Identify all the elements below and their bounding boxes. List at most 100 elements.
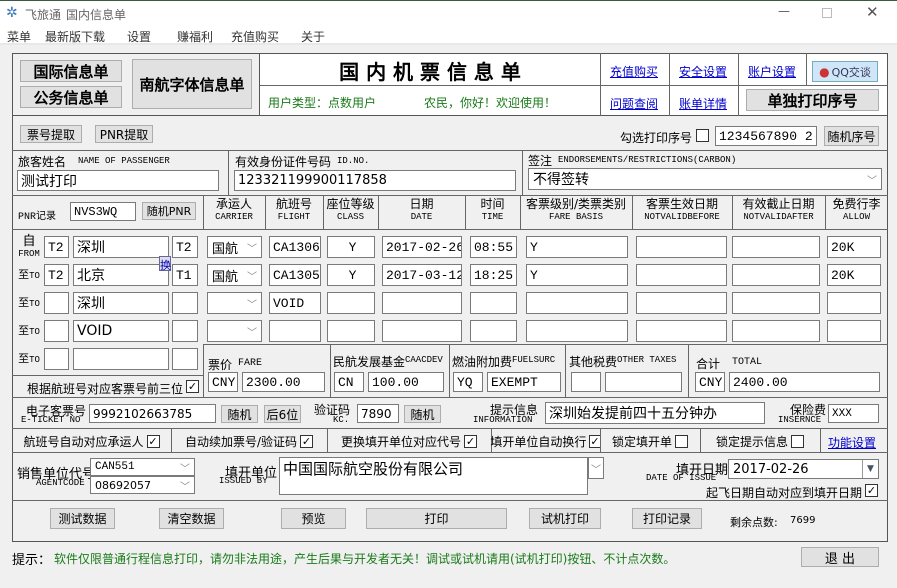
insurance-input[interactable]: XXX xyxy=(828,404,879,423)
test-data-button[interactable]: 测试数据 xyxy=(50,508,115,529)
allow-input[interactable] xyxy=(827,292,881,314)
fare-input[interactable]: 2300.00 xyxy=(242,372,325,392)
preview-button[interactable]: 预览 xyxy=(281,508,346,529)
option-item[interactable]: 填开单位自动换行 ✓ xyxy=(490,433,601,450)
time-input[interactable] xyxy=(470,292,517,314)
trial-print-button[interactable]: 试机打印 xyxy=(529,508,601,529)
option-checkbox[interactable]: ✓ xyxy=(589,435,601,448)
allow-input[interactable]: 20K xyxy=(827,264,881,286)
close-button[interactable]: ✕ xyxy=(866,3,879,21)
auto-date-checkbox[interactable]: ✓ xyxy=(865,484,878,497)
issued-dropdown-button[interactable]: ﹀ xyxy=(588,457,604,479)
random-pnr-button[interactable]: 随机PNR xyxy=(142,202,196,220)
t2-input[interactable] xyxy=(172,292,198,314)
print-log-button[interactable]: 打印记录 xyxy=(632,508,702,529)
fuel-input[interactable]: EXEMPT xyxy=(487,372,561,392)
class-input[interactable] xyxy=(327,320,375,342)
nva-input[interactable] xyxy=(732,292,820,314)
endorse-select[interactable]: 不得签转 ﹀ xyxy=(528,168,882,190)
time-input[interactable]: 08:55 xyxy=(470,236,517,258)
option-item[interactable]: 自动续加票号/验证码 ✓ xyxy=(171,433,327,450)
option-item[interactable]: 更换填开单位对应代号 ✓ xyxy=(327,433,491,450)
carrier-select[interactable]: 国航 ﹀ xyxy=(207,264,262,286)
fare-currency-input[interactable]: CNY xyxy=(208,372,238,392)
class-input[interactable] xyxy=(327,292,375,314)
carrier-select[interactable]: 国航 ﹀ xyxy=(207,236,262,258)
last6-button[interactable]: 后6位 xyxy=(264,405,301,423)
option-checkbox[interactable]: ✓ xyxy=(146,435,160,448)
time-input[interactable] xyxy=(470,320,517,342)
function-settings-link[interactable]: 功能设置 xyxy=(828,434,876,451)
option-item[interactable]: 锁定提示信息 xyxy=(700,433,820,450)
allow-input[interactable] xyxy=(827,320,881,342)
menu-about[interactable]: 关于 xyxy=(301,28,325,45)
option-item[interactable]: 锁定填开单 xyxy=(600,433,700,450)
ticket-fetch-button[interactable]: 票号提取 xyxy=(20,125,82,143)
city-input[interactable]: 深圳 xyxy=(73,292,169,314)
menu-download[interactable]: 最新版下载 xyxy=(45,28,105,45)
swap-city-button[interactable]: 换 xyxy=(159,256,171,272)
fare-input[interactable]: Y xyxy=(526,236,628,258)
carrier-select[interactable]: ﹀ xyxy=(207,292,262,314)
fuel-currency-input[interactable]: YQ xyxy=(453,372,483,392)
menu-settings[interactable]: 设置 xyxy=(127,28,151,45)
maximize-button[interactable] xyxy=(822,8,832,18)
faq-link[interactable]: 问题查阅 xyxy=(610,95,658,112)
caac-input[interactable]: 100.00 xyxy=(368,372,444,392)
carrier-select[interactable]: ﹀ xyxy=(207,320,262,342)
caac-currency-input[interactable]: CN xyxy=(334,372,364,392)
class-input[interactable]: Y xyxy=(327,236,375,258)
option-item[interactable]: 航班号自动对应承运人 ✓ xyxy=(12,433,171,450)
other-currency-input[interactable] xyxy=(571,372,601,392)
pnr-input[interactable]: NVS3WQ xyxy=(70,202,136,221)
nvb-input[interactable] xyxy=(636,264,727,286)
id-number-input[interactable]: 123321199900117858 xyxy=(234,170,516,191)
t1-input[interactable]: T2 xyxy=(44,236,69,258)
pnr-fetch-button[interactable]: PNR提取 xyxy=(95,125,153,143)
date-input[interactable] xyxy=(382,292,462,314)
agent-code-select-2[interactable]: 08692057 ﹀ xyxy=(90,476,195,494)
eticket-input[interactable]: 9992102663785 xyxy=(89,404,216,423)
t1-input[interactable] xyxy=(44,348,69,370)
billing-link[interactable]: 账单详情 xyxy=(679,95,727,112)
recharge-link[interactable]: 充值购买 xyxy=(610,63,658,80)
check-seq-checkbox[interactable] xyxy=(696,129,709,142)
vc-random-button[interactable]: 随机 xyxy=(404,405,441,423)
issued-by-input[interactable]: 中国国际航空股份有限公司 xyxy=(279,457,588,495)
print-button[interactable]: 打印 xyxy=(366,508,507,529)
official-form-button[interactable]: 公务信息单 xyxy=(20,86,122,108)
prefix-checkbox[interactable]: ✓ xyxy=(186,380,199,393)
random-seq-button[interactable]: 随机序号 xyxy=(824,126,879,146)
allow-input[interactable]: 20K xyxy=(827,236,881,258)
nvb-input[interactable] xyxy=(636,320,727,342)
vc-input[interactable]: 7890 xyxy=(357,404,399,423)
city-input[interactable] xyxy=(73,348,169,370)
agent-code-select-1[interactable]: CAN551 ﹀ xyxy=(90,458,195,476)
nvb-input[interactable] xyxy=(636,236,727,258)
t1-input[interactable] xyxy=(44,292,69,314)
print-seq-button[interactable]: 单独打印序号 xyxy=(746,89,879,111)
qq-chat-button[interactable]: ● QQ交谈 xyxy=(812,61,878,82)
seq-input[interactable]: 1234567890 2 xyxy=(715,126,817,146)
menu-rewards[interactable]: 赚福利 xyxy=(177,28,213,45)
nvb-input[interactable] xyxy=(636,292,727,314)
option-checkbox[interactable] xyxy=(675,435,688,448)
t1-input[interactable]: T2 xyxy=(44,264,69,286)
southern-font-button[interactable]: 南航字体信息单 xyxy=(132,59,252,109)
t2-input[interactable]: T2 xyxy=(172,236,198,258)
total-currency-input[interactable]: CNY xyxy=(695,372,725,392)
t2-input[interactable] xyxy=(172,320,198,342)
nva-input[interactable] xyxy=(732,320,820,342)
passenger-name-input[interactable]: 测试打印 xyxy=(17,170,219,191)
fare-input[interactable] xyxy=(526,292,628,314)
flight-input[interactable] xyxy=(269,320,321,342)
flight-input[interactable]: VOID xyxy=(269,292,321,314)
clear-data-button[interactable]: 清空数据 xyxy=(159,508,224,529)
eticket-random-button[interactable]: 随机 xyxy=(221,405,258,423)
security-settings-link[interactable]: 安全设置 xyxy=(679,63,727,80)
nva-input[interactable] xyxy=(732,236,820,258)
menu-recharge[interactable]: 充值购买 xyxy=(231,28,279,45)
option-checkbox[interactable] xyxy=(791,435,804,448)
minimize-button[interactable]: — xyxy=(778,4,790,18)
info-input[interactable]: 深圳始发提前四十五分钟办 xyxy=(545,402,765,424)
